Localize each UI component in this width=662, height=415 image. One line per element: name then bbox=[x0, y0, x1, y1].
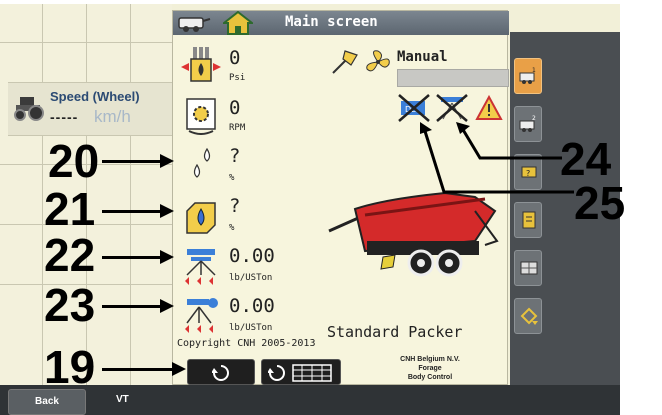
baler-icon[interactable] bbox=[177, 13, 211, 33]
hammer-icon bbox=[332, 50, 358, 74]
bale-moisture-icon bbox=[186, 202, 216, 234]
softkey-document[interactable] bbox=[514, 202, 542, 238]
sensor-row-bale-moisture: ? % bbox=[173, 193, 343, 241]
pressure-icon bbox=[181, 47, 221, 82]
callout-arrowhead bbox=[160, 299, 174, 313]
callout-arrow bbox=[102, 210, 162, 213]
sensor-row-preservative-2: 0.00 lb/USTon bbox=[173, 293, 343, 341]
rotor-value: 0 bbox=[229, 97, 241, 119]
recycle-icon bbox=[212, 365, 229, 381]
company-line: Body Control bbox=[407, 374, 453, 381]
callout-20: 20 bbox=[48, 135, 100, 187]
title-bar: Main screen bbox=[173, 11, 509, 35]
company-line: Forage bbox=[418, 365, 442, 372]
speed-label: Speed (Wheel) bbox=[50, 89, 140, 104]
sprayer-icon bbox=[185, 249, 216, 285]
callout-arrow bbox=[102, 160, 162, 163]
pressure-value: 0 bbox=[229, 47, 241, 69]
speed-widget[interactable]: Speed (Wheel) ----- km/h bbox=[8, 82, 172, 136]
preservative-rate-2-value: 0.00 bbox=[229, 295, 275, 317]
bale-moisture-unit: % bbox=[229, 223, 235, 233]
fan-icon bbox=[366, 50, 390, 72]
callout-21: 21 bbox=[44, 183, 96, 235]
callout-leader-25 bbox=[420, 122, 574, 194]
recycle-grid-button[interactable] bbox=[261, 359, 341, 385]
grid-line bbox=[42, 4, 43, 389]
callout-arrow bbox=[102, 256, 162, 259]
moisture-unit: % bbox=[229, 173, 235, 183]
moisture-value: ? bbox=[229, 145, 241, 167]
speed-unit: km/h bbox=[94, 107, 131, 126]
softkey-page-1[interactable]: 1 bbox=[514, 58, 542, 94]
speed-value: ----- bbox=[50, 109, 79, 125]
grid-icon bbox=[292, 364, 332, 382]
preservative-rate-1-unit: lb/USTon bbox=[229, 273, 273, 283]
preservative-rate-1-value: 0.00 bbox=[229, 245, 275, 267]
callout-arrow bbox=[102, 305, 162, 308]
preservative-rate-2-unit: lb/USTon bbox=[229, 323, 273, 333]
sensor-crossed-icon: DL bbox=[398, 94, 430, 122]
home-icon[interactable] bbox=[223, 11, 253, 35]
callout-arrow bbox=[102, 368, 174, 371]
copyright: Copyright CNH 2005-2013 bbox=[177, 338, 316, 349]
svg-text:1: 1 bbox=[532, 67, 536, 74]
sensor-row-rotor: 0 RPM bbox=[173, 91, 343, 139]
diamond-dropdown-icon bbox=[520, 307, 538, 325]
document-icon bbox=[522, 211, 536, 229]
callout-arrowhead bbox=[160, 204, 174, 218]
warning-icon bbox=[475, 95, 503, 120]
callout-23: 23 bbox=[44, 279, 96, 331]
grid-line bbox=[130, 4, 131, 389]
packer-label: Standard Packer bbox=[327, 323, 463, 341]
softkey-more[interactable] bbox=[514, 298, 542, 334]
company-line: CNH Belgium N.V. bbox=[400, 356, 460, 363]
recycle-icon bbox=[268, 365, 285, 381]
callout-arrowhead bbox=[160, 154, 174, 168]
recycle-button[interactable] bbox=[187, 359, 255, 385]
grid-line bbox=[0, 42, 172, 43]
screen-title: Main screen bbox=[285, 14, 378, 30]
callout-arrowhead bbox=[172, 362, 186, 376]
softkey-flag[interactable] bbox=[514, 250, 542, 286]
mode-label: Manual bbox=[397, 49, 448, 65]
bale-moisture-value: ? bbox=[229, 195, 241, 217]
callout-25: 25 bbox=[574, 177, 626, 229]
baler-page-1-icon: 1 bbox=[519, 67, 536, 84]
callout-19: 19 bbox=[44, 341, 96, 393]
pressure-unit: Psi bbox=[229, 73, 246, 83]
flag-icon bbox=[520, 261, 538, 275]
sensor-row-pressure: 0 Psi bbox=[173, 41, 343, 89]
sensor-row-moisture: ? % bbox=[173, 143, 343, 191]
droplets-icon bbox=[193, 147, 211, 178]
rotor-unit: RPM bbox=[229, 123, 246, 133]
rotor-gear-icon bbox=[186, 98, 216, 135]
vt-label: VT bbox=[116, 394, 129, 405]
callout-22: 22 bbox=[44, 229, 96, 281]
sprayer-flow-icon bbox=[185, 298, 218, 333]
company-info: CNH Belgium N.V. Forage Body Control bbox=[365, 355, 495, 382]
photo-frame: Speed (Wheel) ----- km/h Main screen 0 P… bbox=[0, 0, 662, 415]
callout-arrowhead bbox=[160, 250, 174, 264]
spray-crossed-icon bbox=[436, 94, 468, 122]
tractor-icon bbox=[14, 97, 44, 121]
mode-status-bar bbox=[397, 69, 509, 87]
sensor-row-preservative-1: 0.00 lb/USTon bbox=[173, 243, 343, 291]
